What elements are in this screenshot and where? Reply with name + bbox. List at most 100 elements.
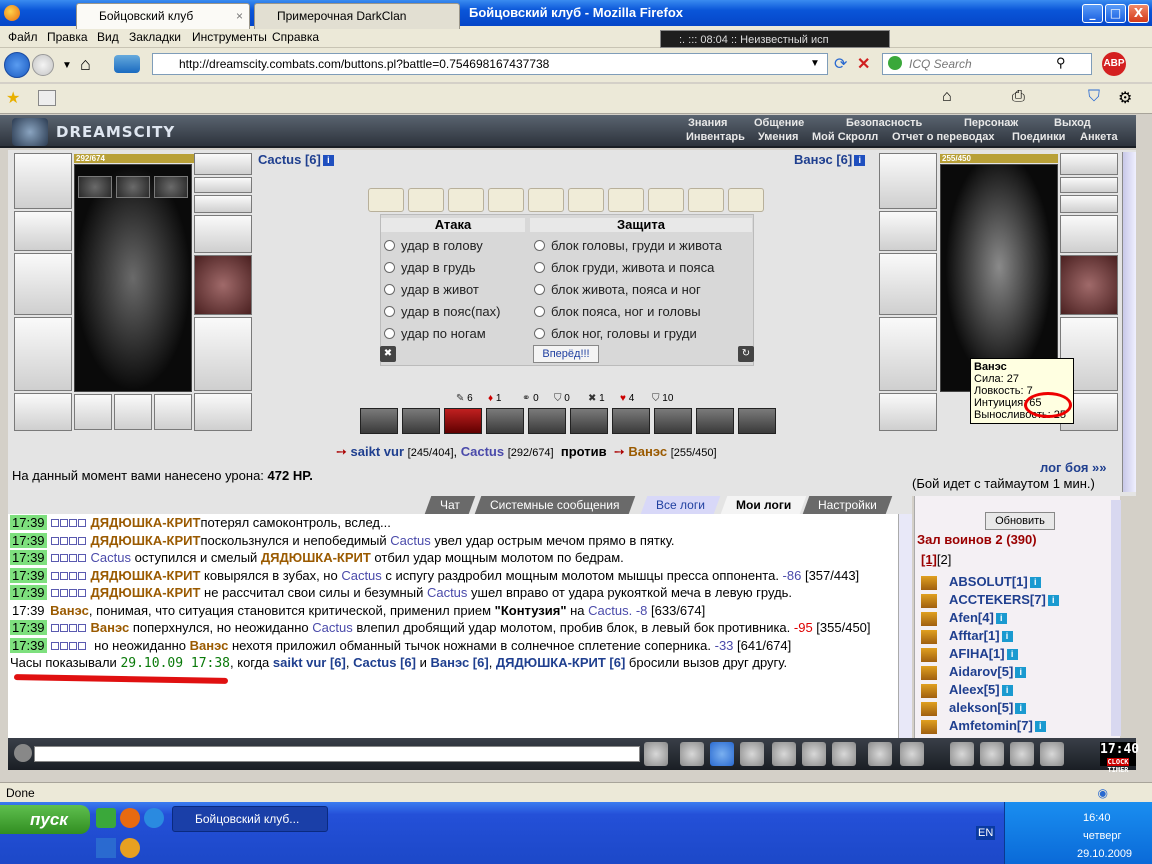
radio-button[interactable]	[384, 284, 395, 295]
smiley-icon[interactable]	[868, 742, 892, 766]
radio-button[interactable]	[384, 306, 395, 317]
info-icon[interactable]: i	[1015, 667, 1027, 679]
combat-skill-icon[interactable]	[612, 408, 650, 434]
spell-slot[interactable]	[154, 176, 188, 198]
defense-option[interactable]: блок ног, головы и груди	[534, 326, 697, 341]
log-fragment[interactable]: ДЯДЮШКА-КРИТ	[91, 533, 201, 548]
spell-slot[interactable]	[116, 176, 150, 198]
quicklaunch-firefox-icon[interactable]	[120, 808, 140, 828]
maximize-button[interactable]: □	[1105, 4, 1126, 23]
filter-icon[interactable]	[710, 742, 734, 766]
forward-button-game[interactable]: Вперёд!!!	[533, 345, 599, 363]
lock-icon[interactable]	[1010, 742, 1034, 766]
combat-skill-icon[interactable]	[360, 408, 398, 434]
radio-button[interactable]	[534, 328, 545, 339]
tab-fight-club[interactable]: Бойцовский клуб ×	[76, 3, 250, 29]
weapon-slot[interactable]	[14, 253, 72, 315]
enemy-name[interactable]: Ванэс [6] i	[794, 152, 866, 167]
combat-skill-icon[interactable]	[570, 408, 608, 434]
log-fragment[interactable]: ДЯДЮШКА-КРИТ	[91, 568, 201, 583]
menu-bookmarks[interactable]: Закладки	[129, 30, 181, 44]
attack-option[interactable]: удар в живот	[384, 282, 479, 297]
scroll-slot[interactable]	[408, 188, 444, 212]
forward-button[interactable]	[32, 54, 54, 76]
shield-icon[interactable]: ⛉	[1088, 88, 1100, 106]
roster-entry[interactable]: Aleex[5] i	[921, 682, 1013, 698]
tab-system-messages[interactable]: Системные сообщения	[474, 496, 635, 514]
chat-scrollbar[interactable]	[898, 514, 912, 738]
info-icon[interactable]: i	[995, 613, 1007, 625]
scroll-slot[interactable]	[448, 188, 484, 212]
menu-knowledge[interactable]: Знания	[688, 117, 727, 129]
defense-option[interactable]: блок головы, груди и живота	[534, 238, 722, 253]
tab-overview-icon[interactable]	[38, 90, 56, 106]
cancel-icon[interactable]: ✖	[380, 346, 396, 362]
info-icon[interactable]: i	[1015, 703, 1027, 715]
menu-help[interactable]: Справка	[272, 30, 319, 44]
log-fragment[interactable]: Ванэс	[190, 638, 229, 653]
tab-chat[interactable]: Чат	[424, 496, 476, 514]
url-dropdown-icon[interactable]: ▼	[810, 58, 820, 69]
team-a-player2[interactable]: Cactus	[461, 444, 504, 459]
radio-button[interactable]	[384, 262, 395, 273]
roster-entry[interactable]: alekson[5] i	[921, 700, 1027, 716]
bracers-slot[interactable]	[14, 211, 72, 251]
combat-skill-icon[interactable]	[528, 408, 566, 434]
attack-option[interactable]: удар по ногам	[384, 326, 486, 341]
save-log-icon[interactable]	[740, 742, 764, 766]
print-icon[interactable]: ⎙	[1012, 88, 1025, 106]
sidebar-toggle-icon[interactable]	[114, 55, 140, 73]
info-icon[interactable]: i	[854, 155, 866, 167]
log-fragment[interactable]: -33	[715, 638, 734, 653]
taskbar-firefox-item[interactable]: Бойцовский клуб...	[172, 806, 328, 832]
roster-name[interactable]: ABSOLUT[1]	[949, 574, 1028, 589]
menu-transfer-report[interactable]: Отчет о переводах	[892, 131, 995, 143]
page-2-link[interactable]: [2]	[937, 552, 951, 567]
radio-button[interactable]	[384, 328, 395, 339]
rings-slot[interactable]	[194, 195, 252, 213]
minimize-button[interactable]: _	[1082, 4, 1103, 23]
info-icon[interactable]: i	[1034, 721, 1046, 733]
gloves-slot[interactable]	[194, 215, 252, 253]
log-fragment[interactable]: -86	[783, 568, 802, 583]
shield-slot[interactable]	[194, 255, 252, 315]
quicklaunch-app2-icon[interactable]	[120, 838, 140, 858]
page-scrollbar[interactable]	[1122, 152, 1136, 492]
player-name[interactable]: Cactus [6] i	[258, 152, 334, 167]
menu-my-scroll[interactable]: Мой Скролл	[812, 131, 878, 143]
info-icon[interactable]: i	[322, 155, 334, 167]
info-icon[interactable]: i	[1029, 577, 1041, 589]
menu-edit[interactable]: Правка	[47, 30, 88, 44]
battle-icon[interactable]	[950, 742, 974, 766]
info-icon[interactable]: i	[1001, 631, 1013, 643]
tab-settings[interactable]: Настройки	[802, 496, 893, 514]
boots-slot[interactable]	[194, 393, 252, 431]
defense-option[interactable]: блок груди, живота и пояса	[534, 260, 714, 275]
adblock-icon[interactable]: ABP	[1102, 52, 1126, 76]
scroll-slot[interactable]	[648, 188, 684, 212]
menu-tools[interactable]: Инструменты	[192, 30, 267, 44]
close-button[interactable]: X	[1128, 4, 1149, 23]
page-1-link[interactable]: [1]	[921, 552, 937, 567]
amulet-slot[interactable]	[194, 177, 252, 193]
stop-icon[interactable]: ✕	[857, 54, 870, 74]
chat-options-icon[interactable]	[14, 744, 32, 762]
radio-button[interactable]	[384, 240, 395, 251]
menu-communication[interactable]: Общение	[754, 117, 804, 129]
log-fragment[interactable]: ДЯДЮШКА-КРИТ [6]	[496, 655, 625, 670]
scroll-slot[interactable]	[688, 188, 724, 212]
tab-close-icon[interactable]: ×	[236, 4, 243, 28]
tab-my-logs[interactable]: Мои логи	[720, 496, 807, 514]
roster-entry[interactable]: AFIHA[1] i	[921, 646, 1018, 662]
log-fragment[interactable]: Cactus [6]	[353, 655, 416, 670]
start-button[interactable]: пуск	[0, 805, 90, 834]
log-fragment[interactable]: . -8	[629, 603, 648, 618]
combat-skill-icon[interactable]	[486, 408, 524, 434]
private-icon[interactable]	[802, 742, 826, 766]
helmet-icon[interactable]	[900, 742, 924, 766]
gear-icon[interactable]: ⚙	[1118, 88, 1132, 108]
roster-entry[interactable]: Amfetomin[7] i	[921, 718, 1046, 734]
log-fragment[interactable]: Cactus	[91, 550, 131, 565]
info-icon[interactable]: i	[1047, 595, 1059, 607]
roster-entry[interactable]: ACCTEKERS[7] i	[921, 592, 1059, 608]
